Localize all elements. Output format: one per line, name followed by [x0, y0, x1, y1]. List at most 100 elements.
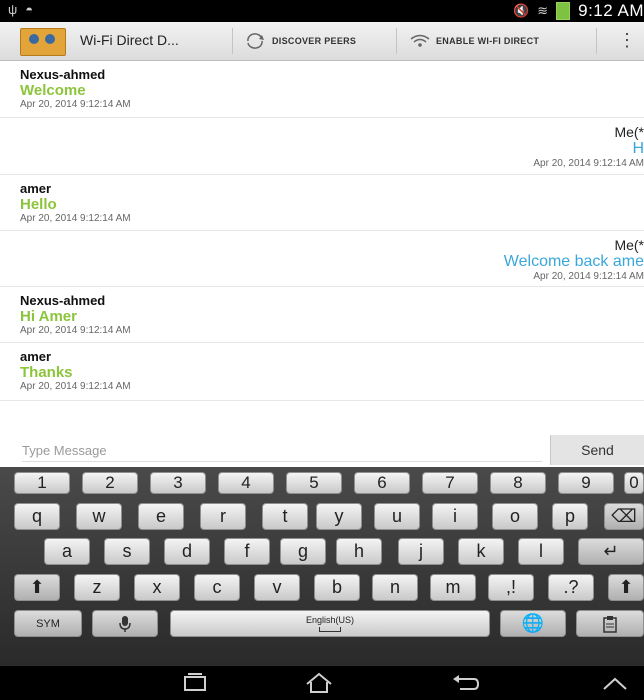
mute-icon: 🔇: [513, 3, 530, 18]
key-f[interactable]: f: [224, 538, 270, 565]
compose-bar: Send: [0, 433, 644, 467]
backspace-icon: ⌫: [611, 506, 637, 526]
enable-wifi-direct-button[interactable]: ENABLE WI-FI DIRECT: [410, 30, 539, 52]
key-s[interactable]: s: [104, 538, 150, 565]
globe-icon: 🌐: [521, 613, 545, 633]
message-item: amer Thanks Apr 20, 2014 9:12:14 AM: [0, 343, 644, 401]
key-j[interactable]: j: [398, 538, 444, 565]
enter-key[interactable]: ↵: [578, 538, 644, 565]
key-q[interactable]: q: [14, 503, 60, 530]
hide-keyboard-button[interactable]: [590, 670, 640, 696]
discover-peers-button[interactable]: DISCOVER PEERS: [244, 30, 356, 52]
key-4[interactable]: 4: [218, 472, 274, 494]
key-u[interactable]: u: [374, 503, 420, 530]
key-period[interactable]: .?: [548, 574, 594, 601]
message-time: Apr 20, 2014 9:12:14 AM: [533, 158, 644, 169]
key-n[interactable]: n: [372, 574, 418, 601]
sym-label: SYM: [36, 617, 60, 630]
enable-wifi-direct-label: ENABLE WI-FI DIRECT: [436, 36, 540, 46]
microphone-icon: [119, 615, 131, 632]
key-l[interactable]: l: [518, 538, 564, 565]
message-time: Apr 20, 2014 9:12:14 AM: [20, 325, 131, 336]
key-comma[interactable]: ,!: [488, 574, 534, 601]
key-r[interactable]: r: [200, 503, 246, 530]
message-sender: Nexus-ahmed: [20, 67, 106, 82]
message-text: Hello: [20, 196, 57, 213]
message-time: Apr 20, 2014 9:12:14 AM: [20, 381, 131, 392]
message-time: Apr 20, 2014 9:12:14 AM: [20, 99, 131, 110]
shift-key-left[interactable]: ⬆: [14, 574, 60, 601]
space-key[interactable]: English(US): [170, 610, 490, 637]
message-item: Nexus-ahmed Hi Amer Apr 20, 2014 9:12:14…: [0, 287, 644, 343]
clipboard-key[interactable]: [576, 610, 644, 637]
message-text: Thanks: [20, 364, 73, 381]
back-button[interactable]: [440, 670, 490, 696]
key-v[interactable]: v: [254, 574, 300, 601]
recent-apps-button[interactable]: [170, 670, 220, 696]
key-z[interactable]: z: [74, 574, 120, 601]
app-icon[interactable]: [20, 28, 66, 56]
key-h[interactable]: h: [336, 538, 382, 565]
app-title: Wi-Fi Direct D...: [80, 32, 179, 48]
key-x[interactable]: x: [134, 574, 180, 601]
key-6[interactable]: 6: [354, 472, 410, 494]
clipboard-icon: [603, 615, 617, 633]
key-2[interactable]: 2: [82, 472, 138, 494]
message-list: Nexus-ahmed Welcome Apr 20, 2014 9:12:14…: [0, 61, 644, 431]
key-k[interactable]: k: [458, 538, 504, 565]
message-text: Welcome: [20, 82, 86, 99]
key-0[interactable]: 0: [624, 472, 644, 494]
key-t[interactable]: t: [262, 503, 308, 530]
message-item: Me(* H Apr 20, 2014 9:12:14 AM: [0, 118, 644, 175]
shift-key-right[interactable]: ⬆: [608, 574, 644, 601]
divider: [232, 28, 233, 54]
backspace-key[interactable]: ⌫: [604, 503, 644, 530]
message-sender: Nexus-ahmed: [20, 293, 106, 308]
key-c[interactable]: c: [194, 574, 240, 601]
enter-icon: ↵: [603, 541, 619, 561]
key-p[interactable]: p: [552, 503, 588, 530]
message-text: H: [632, 140, 644, 157]
key-b[interactable]: b: [314, 574, 360, 601]
key-7[interactable]: 7: [422, 472, 478, 494]
key-o[interactable]: o: [492, 503, 538, 530]
key-w[interactable]: w: [76, 503, 122, 530]
navigation-bar: [0, 666, 644, 700]
soft-keyboard: 1 2 3 4 5 6 7 8 9 0 q w e r t y u i o p …: [0, 467, 644, 666]
wifi-icon: ≋: [537, 3, 549, 18]
overflow-menu-icon[interactable]: ⋮: [618, 30, 636, 51]
status-bar: ψ ◓ 🔇 ≋ 9:12 AM: [0, 0, 644, 22]
home-icon: [306, 672, 332, 693]
action-bar: Wi-Fi Direct D... DISCOVER PEERS ENABLE …: [0, 22, 644, 61]
discover-peers-label: DISCOVER PEERS: [272, 36, 357, 46]
message-text: Hi Amer: [20, 308, 77, 325]
message-item: Nexus-ahmed Welcome Apr 20, 2014 9:12:14…: [0, 61, 644, 118]
back-icon: [453, 675, 480, 690]
key-g[interactable]: g: [280, 538, 326, 565]
key-d[interactable]: d: [164, 538, 210, 565]
key-9[interactable]: 9: [558, 472, 614, 494]
key-i[interactable]: i: [432, 503, 478, 530]
message-text: Welcome back ame: [503, 253, 644, 270]
sym-key[interactable]: SYM: [14, 610, 82, 637]
key-3[interactable]: 3: [150, 472, 206, 494]
send-button[interactable]: Send: [550, 435, 644, 465]
message-input[interactable]: [22, 439, 542, 462]
chevron-up-icon: [603, 677, 627, 690]
key-y[interactable]: y: [316, 503, 362, 530]
divider: [596, 28, 597, 54]
home-button[interactable]: [294, 670, 344, 696]
usb-icon: ψ: [8, 2, 18, 17]
message-sender: amer: [20, 349, 52, 364]
key-m[interactable]: m: [430, 574, 476, 601]
language-key[interactable]: 🌐: [500, 610, 566, 637]
message-item: Me(* Welcome back ame Apr 20, 2014 9:12:…: [0, 231, 644, 287]
voice-input-key[interactable]: [92, 610, 158, 637]
key-a[interactable]: a: [44, 538, 90, 565]
key-1[interactable]: 1: [14, 472, 70, 494]
key-8[interactable]: 8: [490, 472, 546, 494]
status-time: 9:12 AM: [578, 1, 644, 20]
key-e[interactable]: e: [138, 503, 184, 530]
key-5[interactable]: 5: [286, 472, 342, 494]
notification-icon: ◓: [25, 2, 34, 17]
